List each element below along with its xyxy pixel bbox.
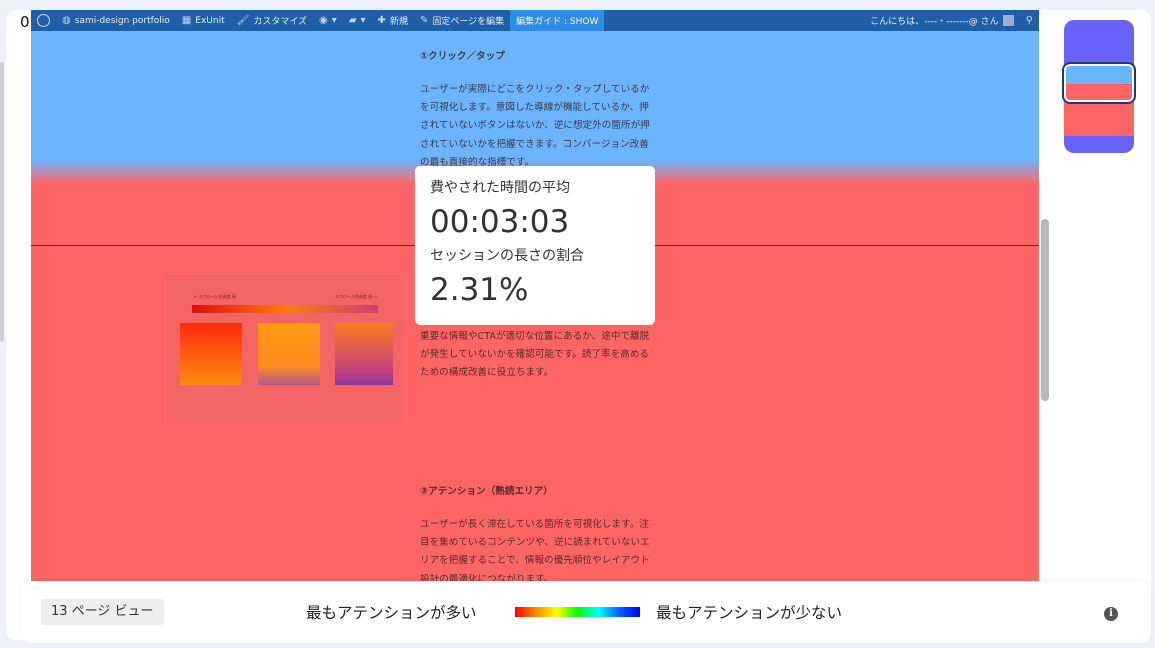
section1-body: ユーザーが実際にどこをクリック・タップしているかを可視化します。意図した導線が機… — [420, 84, 650, 168]
section3-body: ユーザーが長く滞在している箇所を可視化します。注目を集めているコンテンツや、逆に… — [420, 519, 650, 582]
scroll-heatmap-illustration: ← スクロール到達度 高 スクロール到達度 低 → — [167, 275, 404, 424]
comment-icon: ▰ — [348, 15, 357, 26]
edit-guide-toggle[interactable]: 編集ガイド : SHOW — [510, 10, 605, 31]
illustration-thumbnail — [180, 323, 242, 385]
dashboard-icon: ◍ — [62, 15, 71, 26]
legend-color-scale — [515, 607, 640, 617]
avg-time-label: 費やされた時間の平均 — [430, 180, 570, 196]
wp-admin-bar: ◍ sami-design portfolio ▦ ExUnit 🖌 カスタマイ… — [31, 10, 1039, 31]
illustration-label-high: ← スクロール到達度 高 — [194, 294, 236, 299]
legend-least-attention: 最もアテンションが少ない — [656, 604, 843, 622]
session-ratio-label: セッションの長さの割合 — [430, 248, 584, 264]
scroll-position-label: 0 — [20, 13, 30, 31]
section1-heading: ①クリック／タップ — [420, 51, 505, 62]
edit-page-label: 固定ページを編集 — [432, 17, 505, 27]
info-icon[interactable]: i — [1104, 607, 1118, 621]
edit-guide-label: 編集ガイド : SHOW — [516, 17, 599, 27]
exunit-icon: ▦ — [181, 15, 192, 26]
minimap-viewport-window[interactable] — [1062, 62, 1136, 104]
search-button[interactable]: ⚲ — [1020, 10, 1039, 31]
plus-icon: ✚ — [377, 15, 386, 26]
dropdown-icon: ▾ — [331, 15, 337, 26]
illustration-label-low: スクロール到達度 低 → — [335, 294, 377, 299]
new-label: 新規 — [389, 17, 408, 27]
avatar — [1002, 15, 1014, 26]
site-name: sami-design portfolio — [74, 15, 170, 26]
greeting-text: こんにちは、----・-------@ さん — [870, 17, 999, 27]
exunit-label: ExUnit — [195, 15, 225, 26]
avg-time-value: 00:03:03 — [430, 204, 570, 240]
session-ratio-value: 2.31% — [430, 272, 529, 308]
left-scroll-indicator[interactable] — [0, 62, 4, 342]
page-views-badge: 13 ページ ビュー — [41, 599, 164, 625]
illustration-thumbnail — [335, 323, 393, 385]
attention-tooltip: 費やされた時間の平均 00:03:03 セッションの長さの割合 2.31% — [415, 166, 655, 325]
customize-label: カスタマイズ — [253, 17, 308, 27]
site-name-menu[interactable]: ◍ sami-design portfolio — [56, 10, 176, 31]
comments-menu[interactable]: ▰ ▾ — [343, 10, 372, 31]
new-content-menu[interactable]: ✚ 新規 — [372, 10, 414, 31]
legend-most-attention: 最もアテンションが多い — [306, 604, 477, 622]
vertical-scrollbar-thumb[interactable] — [1041, 219, 1049, 401]
search-icon: ⚲ — [1025, 15, 1033, 26]
eye-icon: ◉ — [319, 15, 328, 26]
exunit-menu[interactable]: ▦ ExUnit — [176, 10, 231, 31]
account-menu[interactable]: こんにちは、----・-------@ さん — [864, 10, 1020, 31]
brush-icon: 🖌 — [236, 15, 250, 26]
customize-menu[interactable]: 🖌 カスタマイズ — [231, 10, 313, 31]
edit-page-link[interactable]: ✎ 固定ページを編集 — [414, 10, 510, 31]
wp-logo-menu[interactable] — [31, 10, 56, 31]
plugin-menu[interactable]: ◉ ▾ — [313, 10, 343, 31]
illustration-thumbnail — [258, 323, 320, 385]
pencil-icon: ✎ — [419, 15, 429, 26]
illustration-gradient-bar — [192, 305, 378, 313]
legend-bar: 13 ページ ビュー 最もアテンションが多い 最もアテンションが少ない i — [21, 581, 1151, 643]
section2-body: 重要な情報やCTAが適切な位置にあるか、途中で離脱が発生していないかを確認可能で… — [420, 331, 650, 379]
wordpress-icon — [37, 14, 50, 27]
dropdown-icon: ▾ — [360, 15, 366, 26]
section3-heading: ③アテンション（熟読エリア） — [420, 486, 553, 497]
